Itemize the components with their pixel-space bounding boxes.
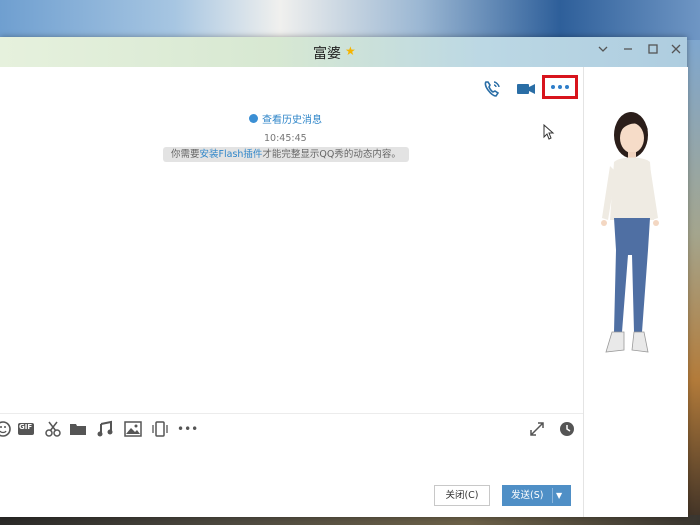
- flash-notice: 你需要安装Flash插件才能完整显示QQ秀的动态内容。: [163, 147, 409, 162]
- message-history-button[interactable]: [558, 420, 576, 438]
- video-icon: [517, 84, 535, 94]
- expand-input-button[interactable]: [528, 420, 546, 438]
- clock-icon: [249, 114, 258, 123]
- scissors-icon: [45, 421, 61, 437]
- qq-chat-window: 富婆 ★: [0, 37, 688, 517]
- star-icon: ★: [345, 44, 356, 58]
- desktop-wallpaper-top: [0, 0, 700, 40]
- gif-button[interactable]: GIF: [17, 420, 35, 438]
- chevron-down-icon[interactable]: ▼: [556, 485, 562, 506]
- close-window-button[interactable]: [668, 43, 684, 59]
- send-image-button[interactable]: [124, 420, 142, 438]
- install-flash-link[interactable]: 安装Flash插件: [200, 149, 263, 160]
- maximize-icon: [648, 44, 658, 54]
- minimize-button[interactable]: [620, 43, 636, 59]
- phone-icon: [484, 81, 500, 97]
- input-toolbar-divider: [0, 413, 583, 414]
- notice-suffix: 才能完整显示QQ秀的动态内容。: [262, 149, 401, 160]
- minimize-icon: [624, 48, 632, 50]
- window-title: 富婆: [313, 46, 341, 62]
- music-icon: [97, 420, 113, 437]
- desktop-wallpaper-right: [686, 40, 700, 525]
- more-dot: [565, 85, 569, 89]
- send-divider: [552, 488, 553, 503]
- collapse-button[interactable]: [595, 43, 611, 59]
- voice-call-button[interactable]: [482, 79, 504, 101]
- mouse-cursor-icon: [543, 124, 555, 140]
- more-dot: [551, 85, 555, 89]
- history-link-label: 查看历史消息: [262, 115, 322, 126]
- notice-prefix: 你需要: [171, 149, 200, 160]
- folder-icon: [70, 424, 86, 435]
- shake-button[interactable]: [151, 420, 169, 438]
- shake-icon: [152, 421, 168, 437]
- emoji-button[interactable]: [0, 420, 12, 438]
- toolbar-more-button[interactable]: •••: [177, 420, 198, 438]
- video-call-button[interactable]: [515, 79, 537, 101]
- title-bar[interactable]: 富婆 ★: [0, 37, 687, 67]
- image-icon: [124, 421, 142, 437]
- maximize-button[interactable]: [645, 43, 661, 59]
- close-button[interactable]: 关闭(C): [434, 485, 490, 506]
- send-file-button[interactable]: [69, 420, 87, 438]
- music-button[interactable]: [96, 420, 114, 438]
- history-clock-icon: [560, 422, 574, 436]
- expand-icon: [530, 422, 544, 436]
- view-history-link[interactable]: 查看历史消息: [249, 111, 322, 126]
- send-label: 发送(S): [511, 490, 544, 501]
- send-button[interactable]: 发送(S) ▼: [502, 485, 571, 506]
- message-timestamp: 10:45:45: [264, 133, 307, 144]
- more-dot: [558, 85, 562, 89]
- close-icon: [671, 44, 681, 54]
- screenshot-button[interactable]: [44, 420, 62, 438]
- chevron-down-icon: [598, 46, 608, 52]
- emoji-icon: [0, 421, 11, 437]
- qq-show-avatar: [601, 112, 659, 353]
- gif-label: GIF: [19, 423, 33, 431]
- more-options-button[interactable]: [542, 75, 578, 99]
